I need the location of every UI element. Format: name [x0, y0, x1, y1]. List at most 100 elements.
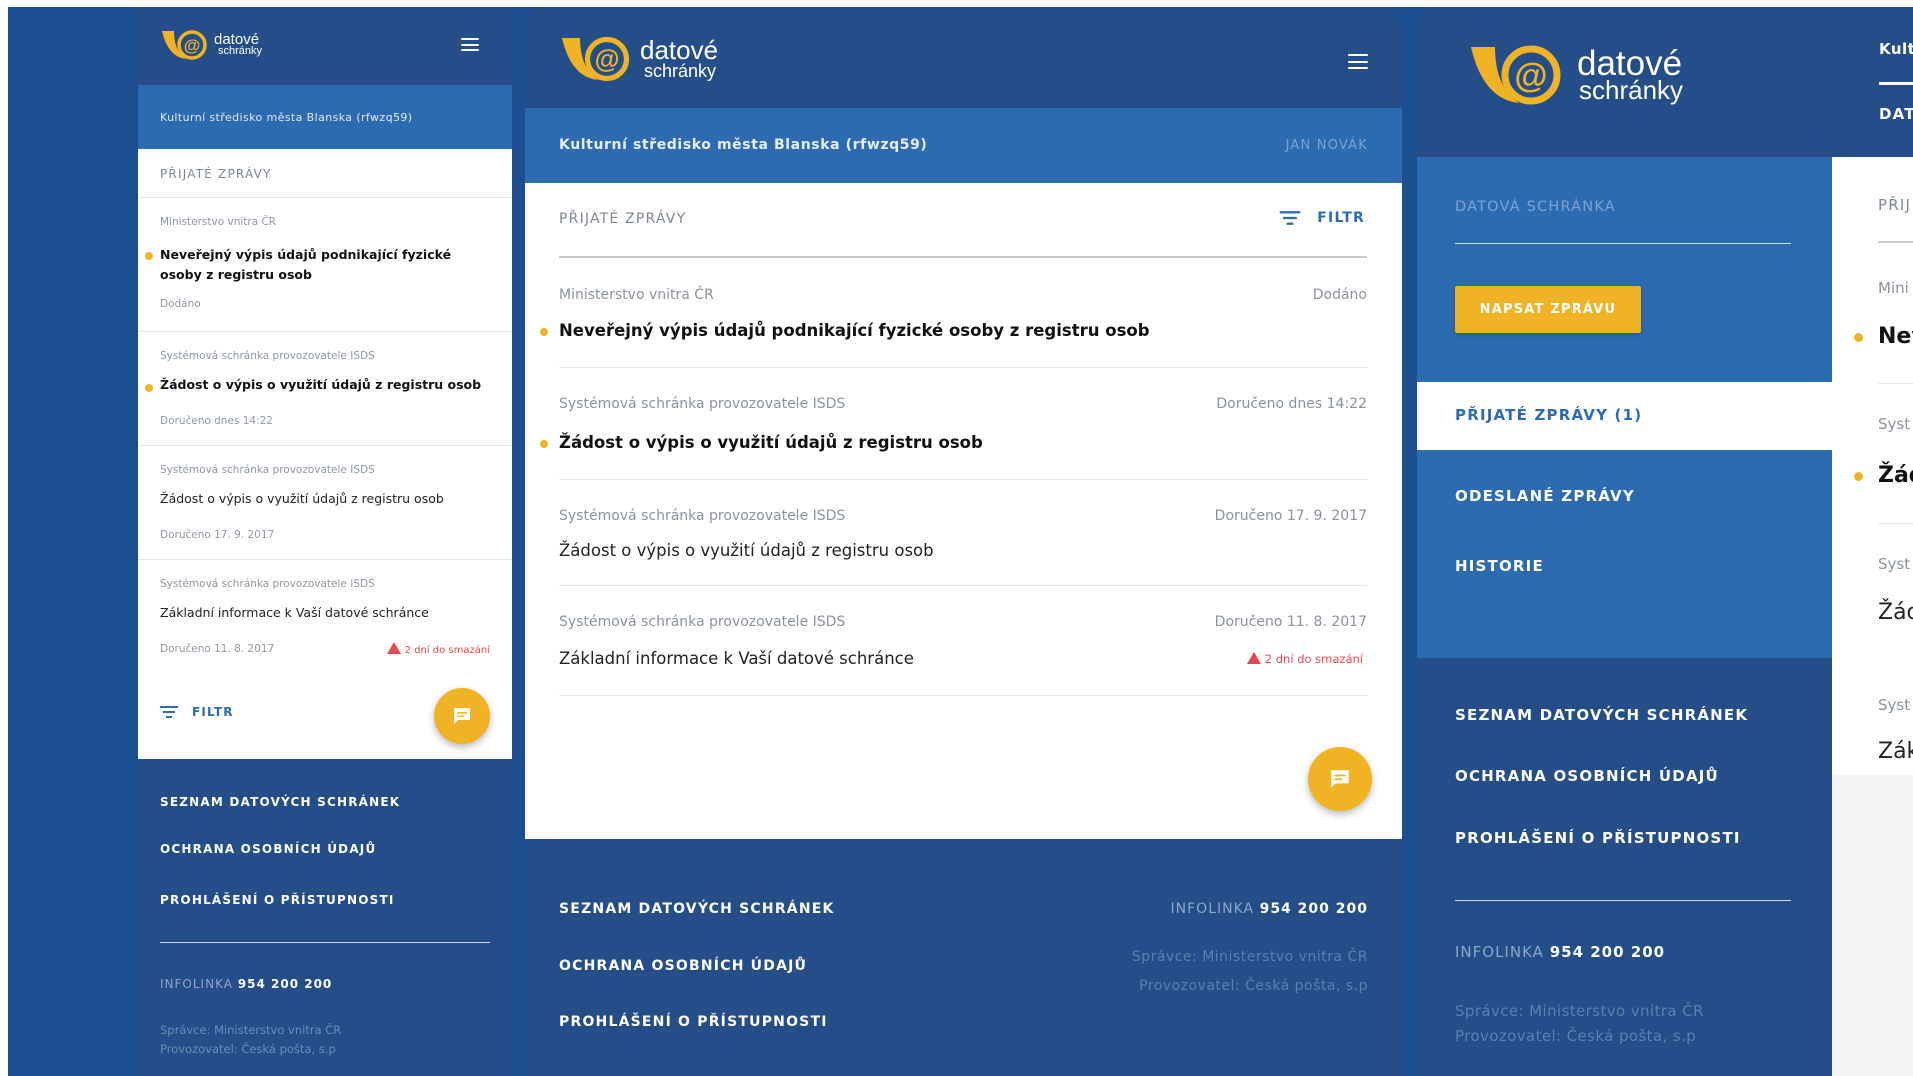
- footer-operator: Provozovatel: Česká pošta, s.p: [1455, 1027, 1697, 1045]
- desktop-org-name: Kult: [1879, 40, 1913, 58]
- message-status: Doručeno dnes 14:22: [160, 415, 273, 427]
- footer-link-ochrana[interactable]: OCHRANA OSOBNÍCH ÚDAJŮ: [160, 842, 376, 856]
- datove-schranky-logo-icon: @: [562, 36, 630, 82]
- list-item[interactable]: Syst Žád: [1832, 383, 1913, 523]
- mobile-message-list: PŘIJATÉ ZPRÁVY Ministerstvo vnitra ČR Ne…: [138, 149, 512, 759]
- list-item[interactable]: Systémová schránka provozovatele ISDS Do…: [540, 367, 1367, 479]
- message-status: Doručeno 11. 8. 2017: [160, 643, 275, 655]
- compose-button[interactable]: NAPSAT ZPRÁVU: [1455, 286, 1641, 333]
- brand-logo[interactable]: @ datové schránky: [1467, 43, 1683, 107]
- desktop-main-peek: Kult DAT PŘIJ Mini Nev Syst Žád: [1832, 7, 1913, 1076]
- message-subject: Žádost o výpis o využití údajů z registr…: [559, 433, 983, 452]
- message-subject: Základní informace k Vaší datové schránc…: [559, 649, 914, 668]
- desktop-list-peek: PŘIJ Mini Nev Syst Žád Syst Žád: [1832, 157, 1913, 775]
- filter-label: FILTR: [192, 705, 234, 719]
- footer-link-seznam[interactable]: SEZNAM DATOVÝCH SCHRÁNEK: [1455, 706, 1748, 724]
- footer-operator: Provozovatel: Česká pošta, s.p: [1139, 978, 1368, 994]
- tablet-message-list: PŘIJATÉ ZPRÁVY FILTR Ministerstvo vnitra…: [525, 183, 1402, 839]
- filter-icon: [160, 706, 178, 718]
- desktop-sidebar: @ datové schránky DATOVÁ SCHRÁNKA NAPSAT…: [1417, 7, 1832, 1076]
- filter-button[interactable]: FILTR: [160, 705, 234, 719]
- hamburger-menu-icon[interactable]: [461, 38, 479, 51]
- footer-link-ochrana[interactable]: OCHRANA OSOBNÍCH ÚDAJŮ: [1455, 767, 1719, 785]
- message-status: Doručeno dnes 14:22: [1216, 396, 1367, 412]
- message-subject: Žádost o výpis o využití údajů z registr…: [160, 491, 444, 506]
- message-sender: Systémová schránka provozovatele ISDS: [559, 614, 846, 630]
- tablet-header: @ datové schránky: [525, 7, 1402, 108]
- desktop-tab[interactable]: DAT: [1879, 105, 1913, 123]
- datove-schranky-logo-icon: @: [1471, 45, 1561, 105]
- message-sender: Systémová schránka provozovatele ISDS: [160, 578, 375, 590]
- nav-item-received[interactable]: PŘIJATÉ ZPRÁVY (1): [1417, 382, 1832, 450]
- message-status: Doručeno 11. 8. 2017: [1214, 614, 1367, 630]
- message-status: Dodáno: [160, 298, 201, 310]
- nav-item-sent[interactable]: ODESLANÉ ZPRÁVY: [1455, 487, 1635, 505]
- footer-link-seznam[interactable]: SEZNAM DATOVÝCH SCHRÁNEK: [559, 901, 835, 917]
- databox-label: DATOVÁ SCHRÁNKA: [1455, 199, 1616, 215]
- message-sender: Systémová schránka provozovatele ISDS: [160, 350, 375, 362]
- chat-bubble-icon: [1331, 770, 1349, 788]
- datove-schranky-logo-icon: @: [162, 30, 207, 60]
- warning-icon: [1246, 652, 1261, 664]
- footer-link-pristupnost[interactable]: PROHLÁŠENÍ O PŘÍSTUPNOSTI: [559, 1014, 828, 1030]
- screenshot-stage: @ datové schránky Kulturní středisko měs…: [8, 7, 1913, 1076]
- compose-fab[interactable]: [434, 688, 490, 744]
- hamburger-menu-icon[interactable]: [1348, 54, 1368, 69]
- message-status: Doručeno 17. 9. 2017: [160, 529, 275, 541]
- footer-link-pristupnost[interactable]: PROHLÁŠENÍ O PŘÍSTUPNOSTI: [1455, 829, 1741, 847]
- list-item[interactable]: Mini Nev: [1832, 243, 1913, 383]
- compose-fab[interactable]: [1308, 747, 1372, 811]
- org-name: Kulturní středisko města Blanska (rfwzq5…: [559, 137, 928, 153]
- filter-button[interactable]: FILTR: [1279, 210, 1365, 226]
- mobile-view: @ datové schránky Kulturní středisko měs…: [138, 7, 512, 1076]
- brand-line-2: schránky: [644, 60, 717, 81]
- desktop-view: @ datové schránky DATOVÁ SCHRÁNKA NAPSAT…: [1417, 7, 1913, 1076]
- list-item[interactable]: Systémová schránka provozovatele ISDS Žá…: [138, 331, 512, 445]
- section-title: PŘIJATÉ ZPRÁVY: [559, 211, 687, 227]
- nav-item-history[interactable]: HISTORIE: [1455, 557, 1544, 575]
- mobile-header: @ datové schránky: [138, 7, 512, 85]
- brand-logo[interactable]: @ datové schránky: [160, 29, 262, 61]
- desktop-section-title: PŘIJ: [1878, 196, 1912, 214]
- list-item[interactable]: Systémová schránka provozovatele ISDS Do…: [559, 479, 1367, 585]
- desktop-topbar: Kult DAT: [1832, 7, 1913, 157]
- user-name[interactable]: JAN NOVÁK: [1286, 138, 1368, 153]
- org-name: Kulturní středisko města Blanska (rfwzq5…: [160, 110, 413, 124]
- footer-link-ochrana[interactable]: OCHRANA OSOBNÍCH ÚDAJŮ: [559, 958, 807, 974]
- list-item[interactable]: Systémová schránka provozovatele ISDS Do…: [559, 585, 1367, 695]
- tablet-view: @ datové schránky Kulturní středisko měs…: [525, 7, 1402, 1076]
- unread-indicator: [540, 440, 548, 448]
- chat-bubble-icon: [454, 708, 470, 724]
- unread-indicator: [1854, 472, 1863, 481]
- infoline: INFOLINKA 954 200 200: [160, 977, 333, 991]
- list-item[interactable]: Ministerstvo vnitra ČR Dodáno Neveřejný …: [540, 258, 1367, 367]
- deletion-warning: 2 dní do smazání: [386, 642, 490, 656]
- message-subject: Žádost o výpis o využití údajů z registr…: [559, 541, 934, 560]
- svg-text:@: @: [595, 46, 620, 74]
- mobile-footer: SEZNAM DATOVÝCH SCHRÁNEK OCHRANA OSOBNÍC…: [138, 759, 512, 1076]
- message-status: Dodáno: [1312, 287, 1367, 303]
- message-subject: Žádost o výpis o využití údajů z registr…: [160, 377, 482, 392]
- list-item[interactable]: Syst Zák: [1832, 663, 1913, 775]
- svg-text:@: @: [1514, 57, 1547, 95]
- footer-operator: Provozovatel: Česká pošta, s.p: [160, 1042, 336, 1056]
- list-item[interactable]: Systémová schránka provozovatele ISDS Zá…: [138, 559, 512, 673]
- deletion-warning: 2 dní do smazání: [1246, 652, 1363, 666]
- message-sender: Systémová schránka provozovatele ISDS: [559, 508, 846, 524]
- footer-link-seznam[interactable]: SEZNAM DATOVÝCH SCHRÁNEK: [160, 795, 400, 809]
- list-item[interactable]: Ministerstvo vnitra ČR Neveřejný výpis ú…: [138, 197, 512, 331]
- message-subject: Neveřejný výpis údajů podnikající fyzick…: [559, 321, 1150, 340]
- footer-admin: Správce: Ministerstvo vnitra ČR: [1131, 949, 1368, 965]
- list-item[interactable]: Syst Žád: [1832, 523, 1913, 663]
- brand-line-2: schránky: [1579, 75, 1684, 106]
- brand-logo[interactable]: @ datové schránky: [559, 35, 718, 83]
- message-sender: Ministerstvo vnitra ČR: [160, 216, 277, 228]
- filter-icon: [1279, 211, 1301, 225]
- warning-icon: [386, 642, 401, 654]
- message-sender: Ministerstvo vnitra ČR: [559, 287, 714, 303]
- section-title: PŘIJATÉ ZPRÁVY: [160, 167, 272, 181]
- org-bar: Kulturní středisko města Blanska (rfwzq5…: [525, 108, 1402, 183]
- footer-admin: Správce: Ministerstvo vnitra ČR: [160, 1023, 342, 1037]
- list-item[interactable]: Systémová schránka provozovatele ISDS Žá…: [138, 445, 512, 559]
- footer-link-pristupnost[interactable]: PROHLÁŠENÍ O PŘÍSTUPNOSTI: [160, 893, 395, 907]
